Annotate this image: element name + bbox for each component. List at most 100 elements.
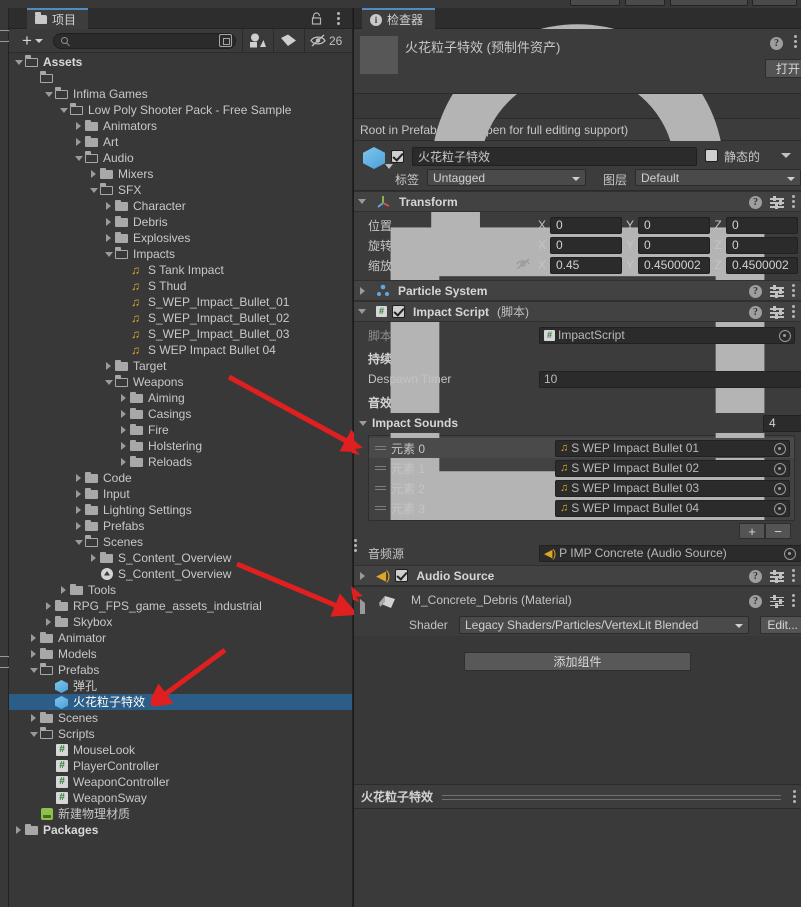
tree-item[interactable]: # WeaponController xyxy=(9,774,352,790)
tag-dropdown[interactable]: Untagged xyxy=(427,169,586,186)
position-x[interactable]: X0 xyxy=(534,216,622,234)
expand-arrow[interactable] xyxy=(118,438,129,454)
tree-item[interactable]: Explosives xyxy=(9,230,352,246)
expand-arrow[interactable] xyxy=(43,614,54,630)
tree-item[interactable]: Scenes xyxy=(9,534,352,550)
expand-arrow[interactable] xyxy=(73,470,84,486)
tree-item[interactable]: Scenes xyxy=(9,710,352,726)
expand-arrow[interactable] xyxy=(103,214,114,230)
tree-item[interactable]: Animators xyxy=(9,118,352,134)
static-dropdown-icon[interactable] xyxy=(781,153,791,158)
tree-item[interactable]: ♫ S Thud xyxy=(9,278,352,294)
tree-item[interactable]: Fire xyxy=(9,422,352,438)
tree-item[interactable]: # PlayerController xyxy=(9,758,352,774)
help-icon[interactable]: ? xyxy=(749,306,762,319)
tree-item[interactable]: RPG_FPS_game_assets_industrial xyxy=(9,598,352,614)
static-checkbox[interactable] xyxy=(705,149,718,162)
material-header[interactable]: M_Concrete_Debris (Material) ? xyxy=(354,586,801,621)
help-icon[interactable]: ? xyxy=(749,570,762,583)
expand-arrow[interactable] xyxy=(43,598,54,614)
scale-y[interactable]: Y 0.4500002 xyxy=(622,256,710,274)
hidden-assets-toggle[interactable]: 26 xyxy=(305,29,349,53)
expand-arrow[interactable] xyxy=(118,454,129,470)
expand-arrow[interactable] xyxy=(88,550,99,566)
position-z-field[interactable]: 0 xyxy=(726,216,798,234)
chevron-down-icon[interactable] xyxy=(385,164,393,169)
tree-item[interactable]: Impacts xyxy=(9,246,352,262)
constrain-proportions-icon[interactable] xyxy=(516,258,530,270)
collapse-arrow[interactable] xyxy=(73,534,84,550)
object-picker-icon[interactable] xyxy=(779,329,791,342)
tab-project[interactable]: 项目 xyxy=(27,8,89,29)
tree-item[interactable]: ♫ S_WEP_Impact_Bullet_02 xyxy=(9,310,352,326)
collapse-arrow[interactable] xyxy=(88,182,99,198)
component-header-transform[interactable]: Transform ? xyxy=(354,191,801,212)
component-menu-icon[interactable] xyxy=(792,569,795,584)
collapse-arrow-impact-sounds[interactable] xyxy=(354,420,372,426)
impact-sound-element[interactable]: 元素 1 ♫ S WEP Impact Bullet 02 xyxy=(369,458,794,478)
component-header-particle-system[interactable]: Particle System ? xyxy=(354,280,801,301)
drag-handle-icon[interactable] xyxy=(369,445,391,451)
rotation-z[interactable]: Z0 xyxy=(710,236,798,254)
scale-z[interactable]: Z 0.4500002 xyxy=(710,256,798,274)
collapse-arrow[interactable] xyxy=(43,86,54,102)
tree-item[interactable]: Tools xyxy=(9,582,352,598)
tree-item[interactable]: Reloads xyxy=(9,454,352,470)
expand-arrow[interactable] xyxy=(73,134,84,150)
tree-item[interactable]: Weapons xyxy=(9,374,352,390)
expand-arrow[interactable] xyxy=(118,390,129,406)
tree-item[interactable]: Art xyxy=(9,134,352,150)
open-prefab-button[interactable]: 打开 xyxy=(765,59,801,78)
component-menu-icon[interactable] xyxy=(792,305,795,320)
tree-item[interactable]: Prefabs xyxy=(9,518,352,534)
search-input[interactable] xyxy=(67,34,219,47)
toolbar-button-1[interactable] xyxy=(570,0,620,6)
tree-item[interactable]: ♫ S_WEP_Impact_Bullet_03 xyxy=(9,326,352,342)
gameobject-enabled-checkbox[interactable] xyxy=(391,150,404,163)
tree-item[interactable]: Code xyxy=(9,470,352,486)
element-object-field[interactable]: ♫ S WEP Impact Bullet 02 xyxy=(555,459,790,477)
expand-arrow[interactable] xyxy=(88,166,99,182)
collapsed-panel-gutter[interactable] xyxy=(0,8,10,907)
audio-source-enabled-checkbox[interactable] xyxy=(395,569,409,582)
impact-script-enabled-checkbox[interactable] xyxy=(392,305,405,318)
edit-shader-button[interactable]: Edit... xyxy=(760,616,801,634)
expand-arrow[interactable] xyxy=(28,630,39,646)
tree-item[interactable]: Assets xyxy=(9,54,352,70)
collapse-arrow[interactable] xyxy=(28,726,39,742)
gameobject-name-field[interactable]: 火花粒子特效 xyxy=(412,147,697,166)
drag-handle-icon[interactable] xyxy=(369,465,391,471)
expand-arrow[interactable] xyxy=(73,486,84,502)
drag-handle-icon[interactable] xyxy=(369,505,391,511)
tree-item[interactable]: Packages xyxy=(9,822,352,838)
help-icon[interactable]: ? xyxy=(770,37,783,50)
scale-y-field[interactable]: 0.4500002 xyxy=(638,256,710,274)
rotation-y-field[interactable]: 0 xyxy=(638,236,710,254)
tree-item[interactable]: 弹孔 xyxy=(9,678,352,694)
expand-arrow[interactable] xyxy=(28,646,39,662)
component-header-impact-script[interactable]: # Impact Script (脚本) ? xyxy=(354,301,801,322)
tree-item[interactable]: Casings xyxy=(9,406,352,422)
tree-item[interactable]: S_Content_Overview xyxy=(9,550,352,566)
footer-header[interactable]: 火花粒子特效 xyxy=(354,785,801,809)
toolbar-button-2[interactable] xyxy=(625,0,665,6)
asset-menu-icon[interactable] xyxy=(794,35,797,50)
tree-item[interactable]: Input xyxy=(9,486,352,502)
expand-arrow[interactable] xyxy=(73,518,84,534)
rotation-x[interactable]: X0 xyxy=(534,236,622,254)
collapse-arrow[interactable] xyxy=(73,150,84,166)
expand-arrow[interactable] xyxy=(28,710,39,726)
scale-x[interactable]: X 0.45 xyxy=(534,256,622,274)
tree-item[interactable]: Low Poly Shooter Pack - Free Sample xyxy=(9,102,352,118)
despawn-timer-field[interactable]: 10 xyxy=(539,370,801,388)
tree-item[interactable]: Target xyxy=(9,358,352,374)
expand-arrow[interactable] xyxy=(103,198,114,214)
tree-item[interactable]: ♫ S Tank Impact xyxy=(9,262,352,278)
help-icon[interactable]: ? xyxy=(749,285,762,298)
collapse-arrow-impact-script[interactable] xyxy=(354,309,370,314)
tree-item[interactable]: S_Content_Overview xyxy=(9,566,352,582)
object-picker-icon[interactable] xyxy=(774,482,786,495)
settings-sliders-icon[interactable] xyxy=(770,196,784,209)
search-field[interactable] xyxy=(52,32,236,49)
tree-item[interactable]: Holstering xyxy=(9,438,352,454)
